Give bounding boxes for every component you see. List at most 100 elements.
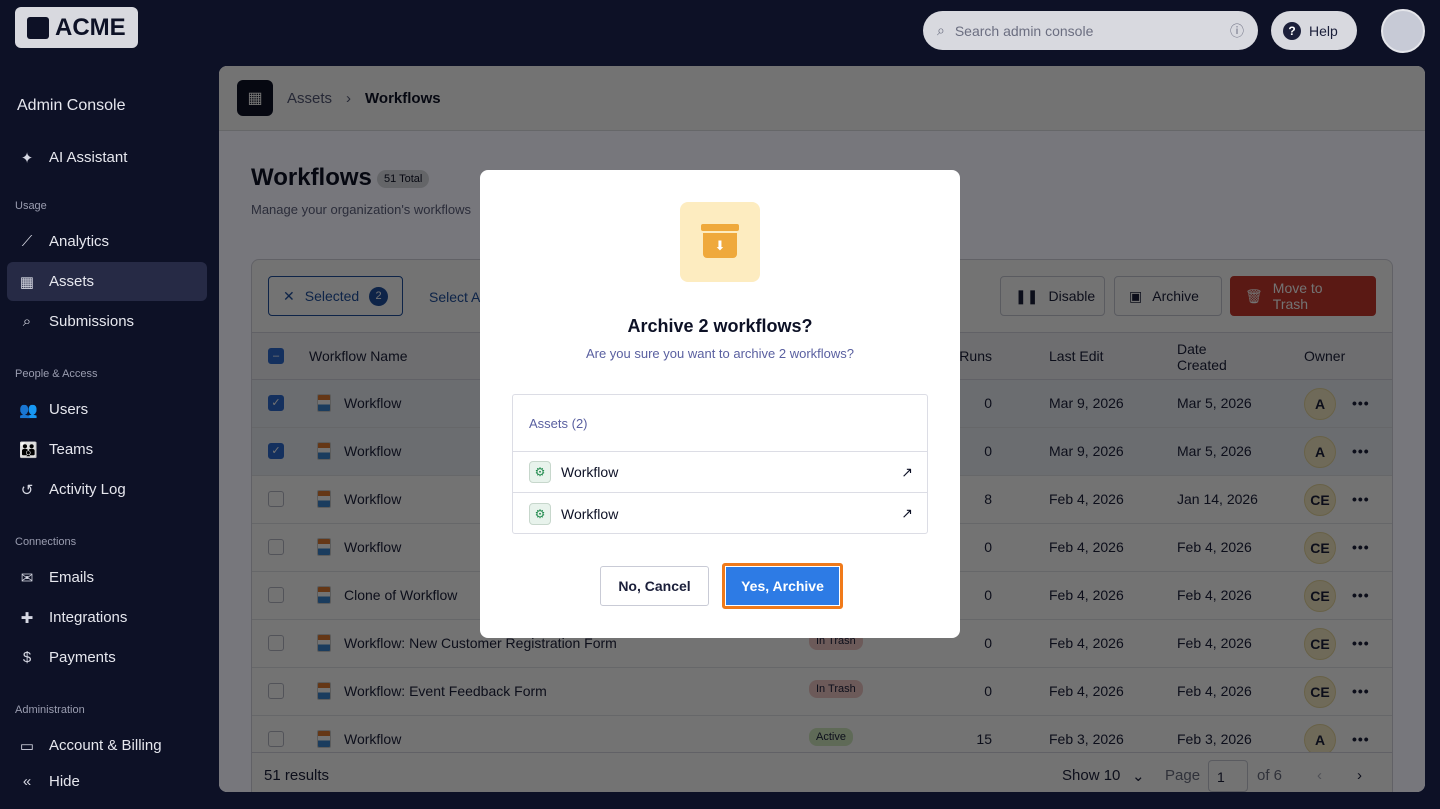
clear-selection-button[interactable]: ✕ Selected 2 bbox=[268, 276, 403, 316]
chart-icon: ⟋ bbox=[21, 233, 33, 250]
more-options-icon[interactable]: ••• bbox=[1352, 539, 1370, 555]
workflow-name[interactable]: Workflow bbox=[344, 395, 401, 411]
puzzle-icon: ✚ bbox=[20, 609, 34, 627]
workflow-name[interactable]: Workflow bbox=[344, 443, 401, 459]
sidebar-item-emails[interactable]: ✉ Emails bbox=[7, 558, 207, 597]
row-checkbox[interactable]: ✓ bbox=[268, 443, 284, 459]
owner-avatar: A bbox=[1304, 388, 1336, 420]
workflow-name[interactable]: Clone of Workflow bbox=[344, 587, 457, 603]
disable-button[interactable]: ❚❚ Disable bbox=[1000, 276, 1105, 316]
dollar-icon: $ bbox=[22, 649, 32, 666]
page-label: Page bbox=[1165, 767, 1201, 784]
sidebar-item-payments[interactable]: $ Payments bbox=[7, 638, 207, 677]
workflow-name[interactable]: Workflow: Event Feedback Form bbox=[344, 683, 547, 699]
col-last-edit[interactable]: Last Edit bbox=[1049, 348, 1103, 364]
info-icon: ⓘ bbox=[1230, 22, 1244, 39]
sidebar-item-ai-assistant[interactable]: ✦ AI Assistant bbox=[7, 138, 207, 177]
sidebar-item-teams[interactable]: 👪 Teams bbox=[7, 430, 207, 469]
last-edit: Feb 4, 2026 bbox=[1049, 539, 1124, 555]
confirm-archive-button[interactable]: Yes, Archive bbox=[722, 563, 843, 609]
more-options-icon[interactable]: ••• bbox=[1352, 731, 1370, 747]
select-all-checkbox[interactable]: – bbox=[268, 348, 284, 364]
col-created[interactable]: Date Created bbox=[1177, 341, 1237, 373]
row-checkbox[interactable] bbox=[268, 491, 284, 507]
row-checkbox[interactable] bbox=[268, 539, 284, 555]
row-checkbox[interactable] bbox=[268, 731, 284, 747]
search-icon: ⌕ bbox=[937, 22, 945, 38]
move-to-trash-button[interactable]: 🗑 Move to Trash bbox=[1230, 276, 1376, 316]
page-total: of 6 bbox=[1257, 767, 1283, 784]
assets-header: Assets (2) bbox=[513, 395, 927, 452]
sidebar-item-account-billing[interactable]: ▭ Account & Billing bbox=[7, 726, 207, 765]
sidebar-item-submissions[interactable]: ⌕ Submissions bbox=[7, 302, 207, 341]
row-checkbox[interactable]: ✓ bbox=[268, 395, 284, 411]
more-options-icon[interactable]: ••• bbox=[1352, 491, 1370, 507]
workflow-icon: ⚙ bbox=[529, 502, 551, 525]
sidebar-item-analytics[interactable]: ⟋ Analytics bbox=[7, 222, 207, 261]
sidebar-item-users[interactable]: 👥 Users bbox=[7, 390, 207, 429]
table-row[interactable]: Workflow: Event Feedback Form In Trash 0… bbox=[252, 668, 1392, 716]
sidebar-title: Admin Console bbox=[17, 97, 126, 114]
row-checkbox[interactable] bbox=[268, 635, 284, 651]
date-created: Feb 3, 2026 bbox=[1177, 731, 1252, 747]
mail-icon: ✉ bbox=[20, 569, 34, 587]
archive-button[interactable]: ▣ Archive bbox=[1114, 276, 1222, 316]
select-all-link[interactable]: Select All bbox=[429, 289, 487, 305]
col-owner[interactable]: Owner bbox=[1304, 348, 1345, 364]
workflow-icon bbox=[317, 538, 331, 556]
last-edit: Feb 4, 2026 bbox=[1049, 683, 1124, 699]
collapse-icon: « bbox=[22, 773, 32, 790]
search-input[interactable]: ⌕ Search admin console ⓘ bbox=[923, 11, 1258, 50]
breadcrumb-assets[interactable]: Assets bbox=[287, 90, 332, 107]
workflow-name[interactable]: Workflow bbox=[344, 539, 401, 555]
external-link-icon[interactable]: ↗ bbox=[901, 505, 913, 522]
next-page-icon[interactable]: › bbox=[1357, 767, 1362, 784]
section-people: People & Access bbox=[15, 368, 98, 380]
workflow-icon bbox=[317, 634, 331, 652]
more-options-icon[interactable]: ••• bbox=[1352, 395, 1370, 411]
more-options-icon[interactable]: ••• bbox=[1352, 443, 1370, 459]
last-edit: Feb 4, 2026 bbox=[1049, 587, 1124, 603]
archive-icon: ⬇ bbox=[680, 202, 760, 282]
dialog-message: Are you sure you want to archive 2 workf… bbox=[585, 346, 855, 361]
workflow-name[interactable]: Workflow bbox=[344, 491, 401, 507]
owner-avatar: A bbox=[1304, 436, 1336, 468]
section-usage: Usage bbox=[15, 200, 47, 212]
acme-logo[interactable]: ACME bbox=[15, 7, 138, 48]
external-link-icon[interactable]: ↗ bbox=[901, 464, 913, 481]
sidebar-item-integrations[interactable]: ✚ Integrations bbox=[7, 598, 207, 637]
more-options-icon[interactable]: ••• bbox=[1352, 587, 1370, 603]
sidebar-item-assets[interactable]: ▦ Assets bbox=[7, 262, 207, 301]
workflow-name[interactable]: Workflow bbox=[344, 731, 401, 747]
more-options-icon[interactable]: ••• bbox=[1352, 635, 1370, 651]
runs-count: 0 bbox=[984, 683, 992, 699]
card-icon: ▭ bbox=[19, 737, 35, 755]
last-edit: Mar 9, 2026 bbox=[1049, 443, 1124, 459]
col-name[interactable]: Workflow Name bbox=[309, 348, 408, 364]
trash-icon: 🗑 bbox=[1245, 287, 1263, 304]
prev-page-icon[interactable]: ‹ bbox=[1317, 767, 1322, 784]
history-icon: ↺ bbox=[20, 481, 34, 499]
list-item: ⚙ Workflow ↗ bbox=[513, 452, 927, 493]
row-checkbox[interactable] bbox=[268, 683, 284, 699]
grid-icon: ▦ bbox=[19, 273, 35, 291]
user-avatar[interactable] bbox=[1381, 9, 1425, 53]
results-count: 51 results bbox=[264, 767, 330, 784]
last-edit: Feb 4, 2026 bbox=[1049, 635, 1124, 651]
date-created: Mar 5, 2026 bbox=[1177, 395, 1252, 411]
selected-count: 2 bbox=[369, 286, 388, 306]
date-created: Feb 4, 2026 bbox=[1177, 539, 1252, 555]
cancel-button[interactable]: No, Cancel bbox=[600, 566, 709, 606]
row-checkbox[interactable] bbox=[268, 587, 284, 603]
breadcrumb-current: Workflows bbox=[365, 89, 441, 107]
close-icon: ✕ bbox=[283, 287, 295, 304]
dialog-title: Archive 2 workflows? bbox=[627, 316, 813, 336]
sidebar-item-activity-log[interactable]: ↺ Activity Log bbox=[7, 470, 207, 509]
page-input[interactable]: 1 bbox=[1208, 760, 1248, 792]
chevron-right-icon: › bbox=[346, 89, 352, 107]
help-button[interactable]: ? Help bbox=[1271, 11, 1357, 50]
assets-icon: ▦ bbox=[237, 80, 273, 116]
more-options-icon[interactable]: ••• bbox=[1352, 683, 1370, 699]
hide-sidebar-button[interactable]: «Hide bbox=[7, 762, 207, 801]
page-size-select[interactable]: Show 10 bbox=[1062, 767, 1120, 784]
